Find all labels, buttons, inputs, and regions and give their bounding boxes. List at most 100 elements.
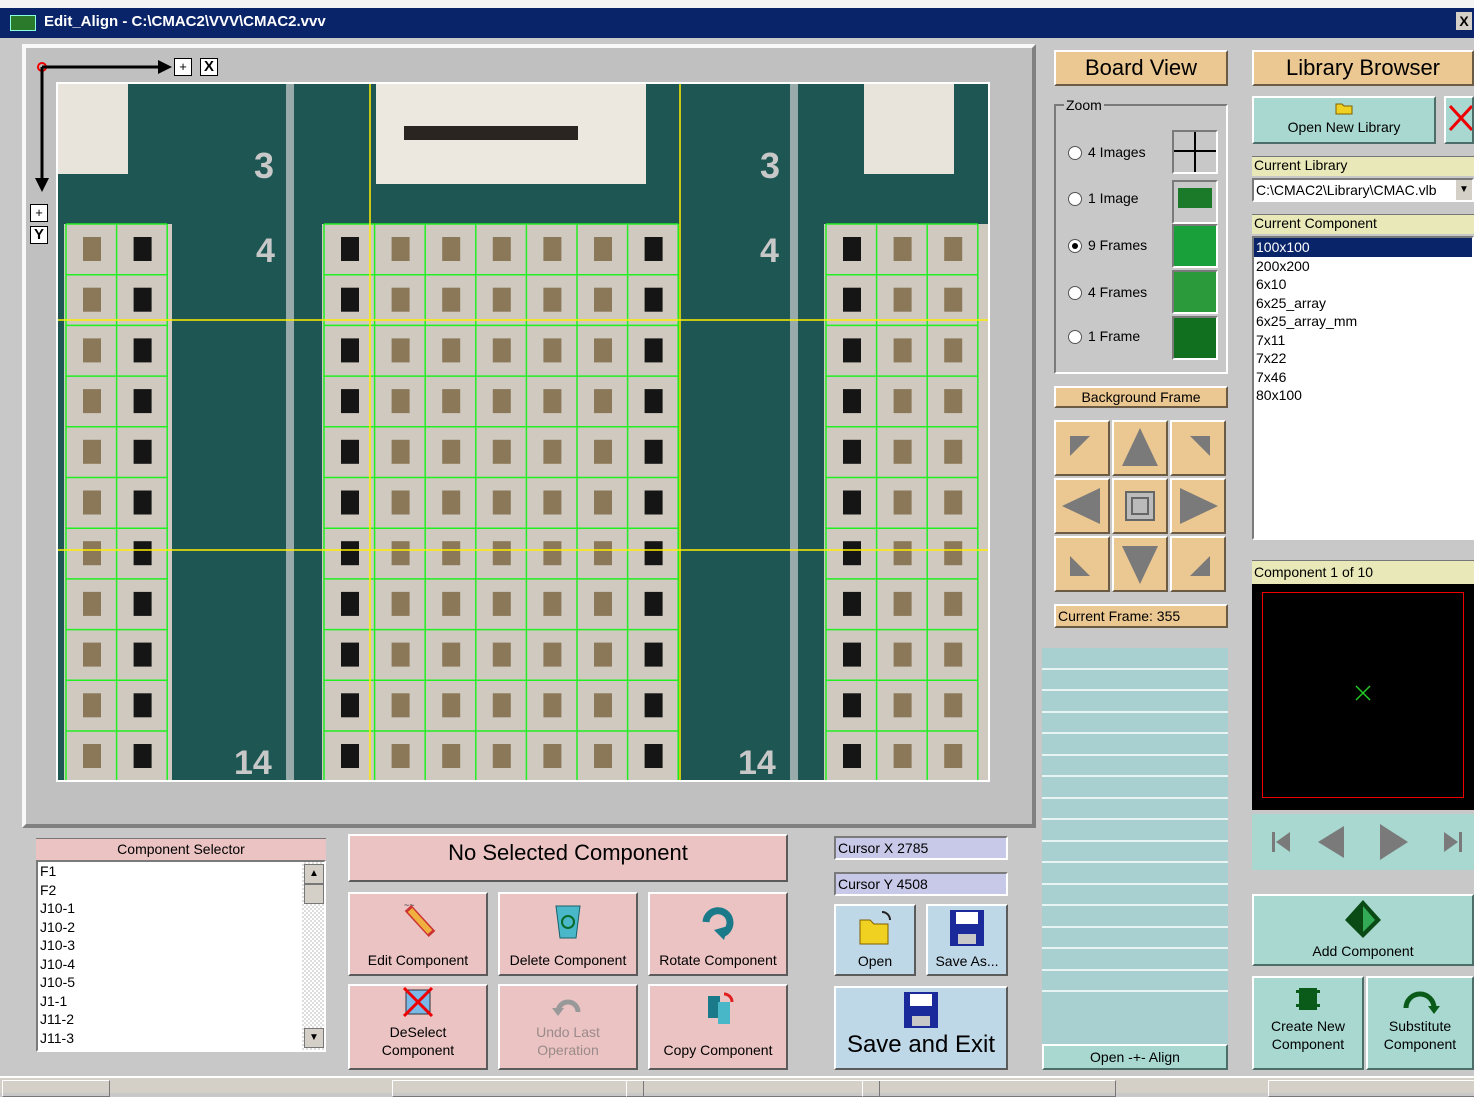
board-image[interactable]: 3 4 3 4 14 14: [56, 82, 990, 782]
scroll-thumb[interactable]: [304, 884, 324, 904]
undo-last-operation-button[interactable]: Undo Last Operation: [498, 984, 638, 1070]
library-component-item[interactable]: 7x11: [1254, 331, 1472, 350]
zoom-option-9-frames[interactable]: 9 Frames: [1068, 237, 1147, 254]
current-library-select[interactable]: C:\CMAC2\Library\CMAC.vlb ▼: [1252, 178, 1474, 202]
open-button[interactable]: Open: [834, 904, 916, 976]
align-list-row[interactable]: [1042, 777, 1228, 799]
align-list-row[interactable]: [1042, 928, 1228, 949]
component-selector-item[interactable]: J11-3: [38, 1029, 302, 1048]
deselect-component-button[interactable]: DeSelect Component: [348, 984, 488, 1070]
first-component-button[interactable]: [1252, 814, 1304, 870]
taskbar-item-1[interactable]: [392, 1080, 644, 1097]
scroll-down-icon[interactable]: ▼: [304, 1028, 324, 1048]
library-component-item[interactable]: 6x10: [1254, 275, 1472, 294]
component-selector-list[interactable]: F1 F2 J10-1 J10-2 J10-3 J10-4 J10-5 J1-1 J11-2 J1…: [36, 860, 326, 1052]
taskbar-item-2[interactable]: [626, 1080, 880, 1097]
nav-down-left-button[interactable]: [1054, 536, 1110, 592]
radio-1-image[interactable]: [1068, 192, 1082, 207]
component-selector-item[interactable]: F1: [38, 862, 302, 881]
zoom-option-1-image[interactable]: 1 Image: [1068, 190, 1139, 207]
x-axis-label[interactable]: X: [200, 58, 218, 76]
component-selector-item[interactable]: F2: [38, 881, 302, 900]
zoom-option-4-images[interactable]: 4 Images: [1068, 144, 1146, 161]
last-component-button[interactable]: [1422, 814, 1474, 870]
nav-down-button[interactable]: [1112, 536, 1168, 592]
component-selector-item[interactable]: J10-3: [38, 936, 302, 955]
align-list-row[interactable]: [1042, 885, 1228, 906]
align-list-row[interactable]: [1042, 906, 1228, 928]
library-component-item[interactable]: 80x100: [1254, 386, 1472, 405]
close-button[interactable]: X: [1456, 12, 1472, 30]
nav-right-button[interactable]: [1170, 478, 1226, 534]
thumb-4-frames[interactable]: [1172, 270, 1218, 314]
add-component-button[interactable]: Add Component: [1252, 894, 1474, 966]
connector-pin: [442, 642, 461, 667]
library-component-item[interactable]: 6x25_array_mm: [1254, 312, 1472, 331]
scroll-up-icon[interactable]: ▲: [304, 864, 324, 884]
nav-up-button[interactable]: [1112, 420, 1168, 476]
component-selector-item[interactable]: J1-1: [38, 992, 302, 1011]
rotate-component-button[interactable]: Rotate Component: [648, 892, 788, 976]
connector-pin: [944, 439, 963, 464]
connector-pin: [843, 439, 861, 464]
thumb-4-images[interactable]: [1172, 130, 1218, 174]
component-selector-item[interactable]: J10-2: [38, 918, 302, 937]
y-axis-plus[interactable]: +: [30, 204, 48, 222]
radio-4-images[interactable]: [1068, 146, 1082, 161]
zoom-option-1-frame[interactable]: 1 Frame: [1068, 328, 1140, 345]
prev-component-button[interactable]: [1306, 814, 1362, 870]
nav-left-button[interactable]: [1054, 478, 1110, 534]
align-list-row[interactable]: [1042, 820, 1228, 842]
library-component-item[interactable]: 7x22: [1254, 349, 1472, 368]
copy-component-button[interactable]: Copy Component: [648, 984, 788, 1070]
close-library-button[interactable]: [1444, 96, 1474, 144]
next-component-button[interactable]: [1364, 814, 1420, 870]
component-selector-item[interactable]: J10-1: [38, 899, 302, 918]
save-as-button[interactable]: Save As...: [926, 904, 1008, 976]
library-component-item[interactable]: 200x200: [1254, 257, 1472, 276]
open-new-library-button[interactable]: Open New Library: [1252, 96, 1436, 144]
selector-scrollbar[interactable]: ▲ ▼: [302, 862, 324, 1050]
align-list-row[interactable]: [1042, 670, 1228, 691]
zoom-option-4-frames[interactable]: 4 Frames: [1068, 284, 1147, 301]
align-list-row[interactable]: [1042, 842, 1228, 863]
nav-down-right-button[interactable]: [1170, 536, 1226, 592]
component-selector-item[interactable]: J10-5: [38, 973, 302, 992]
y-axis-label[interactable]: Y: [30, 226, 48, 244]
start-button[interactable]: [2, 1080, 110, 1097]
align-list-row[interactable]: [1042, 648, 1228, 670]
delete-component-button[interactable]: Delete Component: [498, 892, 638, 976]
radio-1-frame[interactable]: [1068, 330, 1082, 345]
create-new-component-button[interactable]: Create New Component: [1252, 976, 1364, 1070]
library-component-item[interactable]: 7x46: [1254, 368, 1472, 387]
save-and-exit-button[interactable]: Save and Exit: [834, 986, 1008, 1070]
thumb-1-frame[interactable]: [1172, 316, 1218, 360]
align-list-row[interactable]: [1042, 799, 1228, 820]
component-selector-item[interactable]: J11-2: [38, 1010, 302, 1029]
align-list-row[interactable]: [1042, 691, 1228, 713]
nav-up-right-button[interactable]: [1170, 420, 1226, 476]
thumb-9-frames[interactable]: [1172, 224, 1218, 268]
chevron-down-icon[interactable]: ▼: [1456, 180, 1472, 200]
align-list-row[interactable]: [1042, 863, 1228, 885]
component-list[interactable]: 100x100 200x200 6x10 6x25_array 6x25_array_m…: [1252, 236, 1474, 540]
edit-component-button[interactable]: ~~ Edit Component: [348, 892, 488, 976]
nav-up-left-button[interactable]: [1054, 420, 1110, 476]
taskbar-item-3[interactable]: [862, 1080, 1116, 1097]
align-list-row[interactable]: [1042, 949, 1228, 971]
thumb-1-image[interactable]: [1172, 180, 1218, 224]
substitute-component-button[interactable]: Substitute Component: [1366, 976, 1474, 1070]
align-list-row[interactable]: [1042, 734, 1228, 756]
library-component-item[interactable]: 6x25_array: [1254, 294, 1472, 313]
housing-left: [58, 84, 128, 174]
radio-9-frames[interactable]: [1068, 239, 1082, 254]
nav-center-button[interactable]: [1112, 478, 1168, 534]
align-list-row[interactable]: [1042, 756, 1228, 777]
align-list-row[interactable]: [1042, 713, 1228, 734]
radio-4-frames[interactable]: [1068, 286, 1082, 301]
open-align-button[interactable]: Open -+- Align: [1042, 1044, 1228, 1070]
x-axis-plus[interactable]: +: [174, 58, 192, 76]
library-component-item[interactable]: 100x100: [1254, 238, 1472, 257]
align-list-row[interactable]: [1042, 971, 1228, 992]
component-selector-item[interactable]: J10-4: [38, 955, 302, 974]
